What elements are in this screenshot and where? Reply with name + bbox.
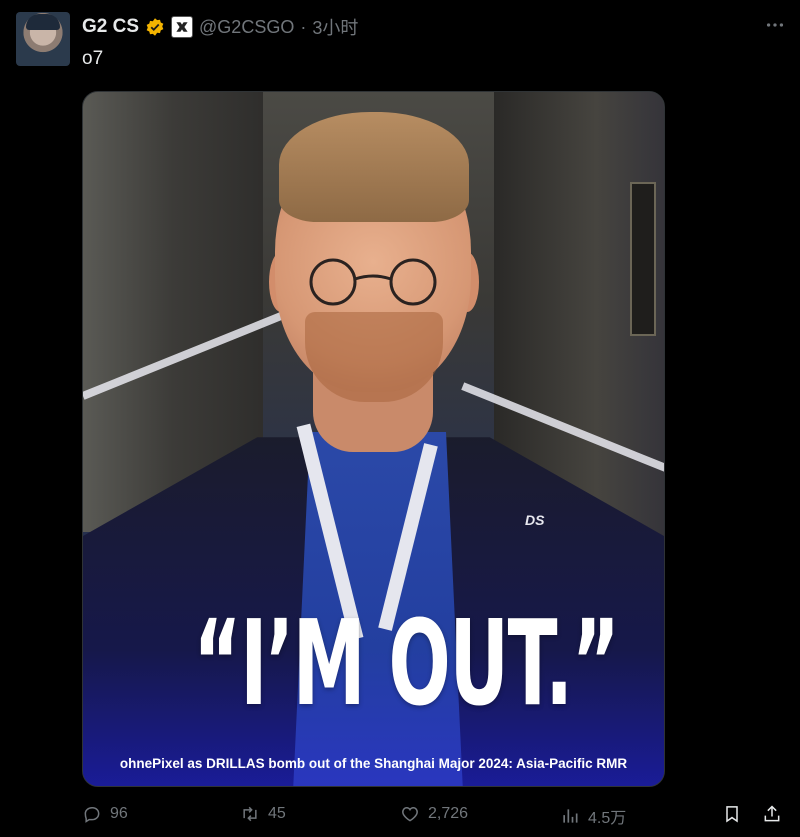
tweet-header: G2 CS @G2CSGO · 3小时 <box>82 14 358 40</box>
retweet-count: 45 <box>268 805 286 822</box>
retweet-icon <box>243 806 257 822</box>
heart-icon <box>402 806 418 822</box>
bookmark-button[interactable] <box>722 804 742 824</box>
hair <box>279 112 469 222</box>
views-count: 4.5万 <box>588 810 627 827</box>
bookmark-icon <box>726 806 738 823</box>
retweet-button[interactable]: 45 <box>240 804 286 824</box>
like-count: 2,726 <box>428 805 469 822</box>
separator-dot: · <box>300 16 307 37</box>
glasses <box>309 258 437 306</box>
image-caption: ohnePixel as DRILLAS bomb out of the Sha… <box>119 756 628 771</box>
share-button[interactable] <box>762 804 782 824</box>
like-button[interactable]: 2,726 <box>400 804 468 824</box>
reply-count: 96 <box>110 805 128 822</box>
tweet-image[interactable]: DS “I’M OUT.” ohnePixel as DRILLAS bomb … <box>82 91 665 787</box>
verified-badge-icon <box>145 17 165 37</box>
wall-frame <box>630 182 656 336</box>
author-avatar[interactable] <box>16 12 70 66</box>
views-button[interactable]: 4.5万 <box>560 804 626 828</box>
views-bar-chart-icon <box>563 809 578 823</box>
share-icon <box>764 805 780 822</box>
author-handle[interactable]: @G2CSGO <box>199 17 294 38</box>
affiliate-logo-icon[interactable] <box>171 16 194 38</box>
tweet-text: o7 <box>82 48 104 69</box>
reply-button[interactable]: 96 <box>82 804 128 824</box>
more-dots-icon[interactable] <box>764 14 786 42</box>
action-bar: 96 45 2,726 4.5万 <box>82 804 790 830</box>
image-headline: “I’M OUT.” <box>193 594 619 732</box>
post-time[interactable]: 3小时 <box>312 14 358 40</box>
reply-icon <box>84 807 100 823</box>
shirt-logo: DS <box>525 512 545 528</box>
author-name[interactable]: G2 CS <box>82 16 139 38</box>
